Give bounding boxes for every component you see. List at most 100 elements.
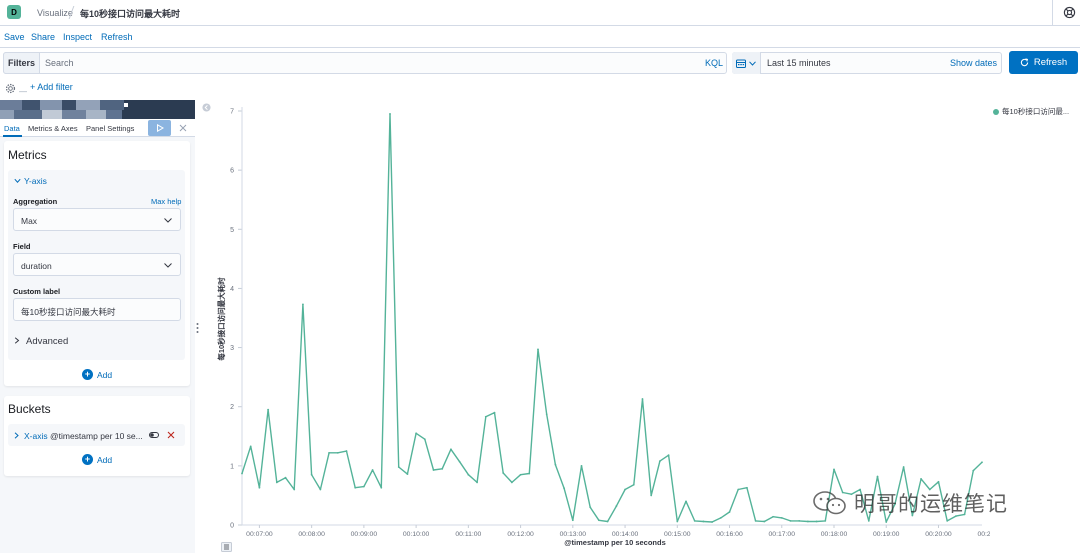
data-point[interactable] (389, 113, 391, 115)
data-point[interactable] (719, 517, 722, 519)
data-point[interactable] (876, 475, 879, 478)
data-point[interactable] (946, 519, 949, 522)
share-link[interactable]: Share (31, 32, 55, 42)
data-point[interactable] (432, 469, 435, 471)
data-point[interactable] (763, 520, 766, 523)
data-point[interactable] (598, 519, 600, 522)
data-point[interactable] (685, 500, 687, 503)
aggregation-help-link[interactable]: Max help (151, 197, 181, 206)
data-point[interactable] (806, 520, 809, 523)
data-point[interactable] (406, 473, 409, 476)
data-point[interactable] (658, 460, 661, 463)
space-avatar[interactable]: D (7, 5, 21, 19)
data-point[interactable] (693, 519, 696, 522)
breadcrumb-visualize[interactable]: Visualize (37, 8, 73, 18)
data-point[interactable] (624, 488, 626, 491)
help-icon[interactable] (1063, 6, 1076, 19)
discard-changes-button[interactable] (175, 120, 191, 136)
resize-handle[interactable] (196, 322, 199, 334)
data-point[interactable] (310, 473, 313, 476)
data-point[interactable] (676, 520, 679, 523)
chevron-down-icon[interactable] (14, 178, 21, 184)
tab-data[interactable]: Data (4, 124, 20, 133)
data-point[interactable] (902, 466, 905, 468)
data-point[interactable] (537, 348, 539, 351)
data-point[interactable] (397, 466, 400, 468)
data-point[interactable] (885, 521, 888, 523)
data-point[interactable] (510, 481, 513, 484)
data-point[interactable] (241, 472, 243, 475)
data-point[interactable] (937, 480, 940, 483)
toggle-icon[interactable] (149, 432, 159, 438)
data-point[interactable] (789, 519, 792, 522)
data-point[interactable] (667, 454, 670, 457)
save-link[interactable]: Save (4, 32, 25, 42)
data-point[interactable] (458, 460, 461, 463)
data-point[interactable] (867, 519, 870, 522)
data-point[interactable] (824, 519, 827, 522)
add-bucket-button[interactable]: + Add (82, 454, 112, 465)
data-point[interactable] (293, 488, 296, 491)
data-point[interactable] (493, 411, 496, 414)
inspect-link[interactable]: Inspect (63, 32, 92, 42)
y-axis-toggle[interactable]: Y-axis (24, 176, 47, 186)
data-point[interactable] (780, 517, 783, 519)
series-line[interactable] (241, 113, 983, 523)
data-point[interactable] (423, 438, 426, 441)
data-point[interactable] (711, 521, 714, 523)
data-point[interactable] (833, 468, 835, 471)
data-point[interactable] (650, 494, 653, 497)
data-point[interactable] (632, 483, 635, 486)
data-point[interactable] (441, 467, 444, 470)
data-point[interactable] (354, 486, 357, 489)
data-point[interactable] (589, 506, 592, 509)
data-point[interactable] (450, 448, 452, 451)
data-point[interactable] (580, 464, 583, 467)
data-point[interactable] (554, 463, 557, 466)
refresh-button[interactable]: Refresh (1009, 51, 1078, 74)
data-point[interactable] (380, 486, 383, 489)
query-language-toggle[interactable]: KQL (705, 58, 723, 68)
chart-legend[interactable]: 每10秒接口访问最... (993, 106, 1069, 117)
custom-label-input[interactable]: 每10秒接口访问最大耗时 (13, 298, 181, 321)
data-point[interactable] (258, 486, 261, 489)
aggregation-select[interactable]: Max (13, 208, 181, 231)
data-point[interactable] (484, 415, 487, 418)
data-point[interactable] (571, 519, 574, 522)
data-point[interactable] (746, 486, 748, 489)
x-axis-toggle[interactable]: X-axis (24, 431, 48, 441)
data-point[interactable] (920, 477, 922, 480)
data-point[interactable] (267, 408, 270, 411)
chevron-right-icon[interactable] (14, 337, 20, 344)
data-point[interactable] (362, 485, 365, 488)
data-point[interactable] (502, 472, 505, 474)
data-point[interactable] (754, 519, 757, 522)
data-point[interactable] (275, 481, 278, 484)
advanced-toggle[interactable]: Advanced (26, 336, 68, 347)
collapse-sidebar-icon[interactable] (202, 103, 211, 112)
refresh-link[interactable]: Refresh (101, 32, 133, 42)
quick-select-button[interactable] (732, 52, 761, 74)
data-point[interactable] (798, 519, 801, 522)
data-point[interactable] (772, 515, 774, 518)
data-point[interactable] (336, 451, 339, 454)
remove-icon[interactable] (167, 431, 175, 439)
add-metric-button[interactable]: + Add (82, 369, 112, 380)
data-point[interactable] (476, 481, 478, 484)
data-point[interactable] (415, 432, 418, 435)
data-point[interactable] (467, 473, 470, 476)
apply-changes-button[interactable] (148, 120, 171, 136)
search-input[interactable] (42, 53, 692, 73)
chevron-right-icon[interactable] (14, 432, 19, 439)
show-dates-link[interactable]: Show dates (950, 58, 997, 68)
data-point[interactable] (249, 445, 252, 448)
tab-panel-settings[interactable]: Panel Settings (86, 124, 134, 133)
data-point[interactable] (972, 469, 975, 472)
data-point[interactable] (519, 473, 522, 476)
data-point[interactable] (371, 469, 374, 471)
filters-label[interactable]: Filters (3, 52, 40, 74)
data-point[interactable] (728, 511, 731, 513)
data-point[interactable] (702, 520, 705, 523)
data-point[interactable] (606, 520, 609, 523)
gear-icon[interactable] (5, 83, 16, 94)
